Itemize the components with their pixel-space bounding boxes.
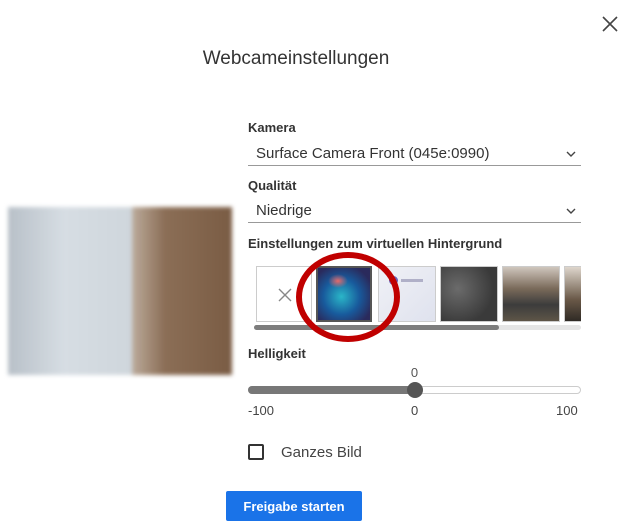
close-icon[interactable] (598, 12, 622, 36)
slider-handle[interactable] (406, 382, 423, 398)
webcam-preview (8, 207, 232, 375)
camera-select[interactable]: Surface Camera Front (045e:0990) (248, 142, 581, 166)
background-option-selected[interactable] (316, 266, 372, 322)
start-sharing-button[interactable]: Freigabe starten (226, 491, 362, 521)
brightness-value: 0 (410, 365, 419, 380)
dialog-title: Webcameinstellungen (202, 48, 390, 69)
brightness-mid-label: 0 (411, 403, 419, 418)
close-icon (278, 288, 292, 302)
virtual-background-label: Einstellungen zum virtuellen Hintergrund (248, 236, 503, 251)
camera-selected-value: Surface Camera Front (045e:0990) (256, 145, 490, 162)
logo-icon (389, 276, 398, 285)
brightness-max-label: 100 (556, 403, 578, 418)
full-image-checkbox[interactable] (248, 444, 264, 460)
brightness-slider[interactable] (248, 382, 581, 398)
brightness-label: Helligkeit (248, 346, 306, 361)
full-image-label: Ganzes Bild (281, 444, 362, 461)
background-option[interactable] (440, 266, 498, 322)
virtual-background-options (256, 266, 581, 322)
camera-label: Kamera (248, 120, 296, 135)
background-option[interactable] (502, 266, 560, 322)
chevron-down-icon (566, 151, 576, 157)
background-option[interactable] (378, 266, 436, 322)
quality-select[interactable]: Niedrige (248, 199, 581, 223)
slider-fill (248, 386, 415, 394)
chevron-down-icon (566, 208, 576, 214)
background-none-option[interactable] (256, 266, 312, 322)
background-option[interactable] (564, 266, 581, 322)
quality-label: Qualität (248, 178, 297, 193)
logo-text-placeholder (401, 279, 423, 282)
background-scrollbar[interactable] (254, 325, 581, 330)
scrollbar-thumb[interactable] (254, 325, 499, 330)
quality-selected-value: Niedrige (256, 202, 312, 219)
brightness-min-label: -100 (248, 403, 275, 418)
